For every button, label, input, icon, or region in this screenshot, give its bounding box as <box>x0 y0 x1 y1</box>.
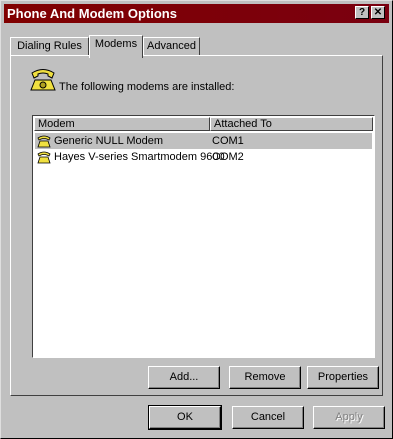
tab-label: Modems <box>94 38 138 50</box>
table-row[interactable]: Generic NULL Modem COM1 <box>35 133 372 149</box>
properties-button[interactable]: Properties <box>307 366 379 389</box>
button-label: Remove <box>244 371 286 383</box>
close-button[interactable]: ✕ <box>371 6 385 19</box>
button-label: OK <box>177 411 193 423</box>
window-title: Phone And Modem Options <box>7 6 177 21</box>
cancel-button[interactable]: Cancel <box>232 406 304 429</box>
intro-text: The following modems are installed: <box>59 81 235 93</box>
add-button[interactable]: Add... <box>148 366 220 389</box>
help-button[interactable]: ? <box>355 6 369 19</box>
modem-name: Hayes V-series Smartmodem 9600 <box>54 151 225 163</box>
ok-button[interactable]: OK <box>148 405 222 430</box>
tab-label: Advanced <box>147 40 196 52</box>
column-header-attached-to[interactable]: Attached To <box>210 117 373 131</box>
telephone-icon <box>30 69 56 91</box>
tab-dialing-rules[interactable]: Dialing Rules <box>10 37 89 57</box>
modem-port: COM1 <box>212 135 244 147</box>
tab-advanced[interactable]: Advanced <box>143 37 200 57</box>
tab-label: Dialing Rules <box>17 40 82 52</box>
column-header-label: Attached To <box>214 118 272 130</box>
modem-name: Generic NULL Modem <box>54 135 164 147</box>
modem-phone-icon <box>37 135 51 148</box>
button-label: Add... <box>169 371 199 383</box>
remove-button[interactable]: Remove <box>229 366 301 389</box>
button-label: Apply <box>335 411 363 423</box>
modem-list[interactable]: Modem Attached To Generic NULL Modem COM… <box>32 115 375 358</box>
table-row[interactable]: Hayes V-series Smartmodem 9600 COM2 <box>35 149 372 165</box>
title-bar[interactable]: Phone And Modem Options ? ✕ <box>4 4 389 23</box>
close-icon: ✕ <box>373 7 383 18</box>
column-header-label: Modem <box>38 118 75 130</box>
button-label: Properties <box>317 371 369 383</box>
tab-modems[interactable]: Modems <box>89 35 143 58</box>
apply-button[interactable]: Apply <box>313 406 385 429</box>
question-mark-icon: ? <box>358 7 366 18</box>
button-label: Cancel <box>250 411 286 423</box>
modem-phone-icon <box>37 151 51 164</box>
column-header-modem[interactable]: Modem <box>34 117 210 131</box>
modem-port: COM2 <box>212 151 244 163</box>
